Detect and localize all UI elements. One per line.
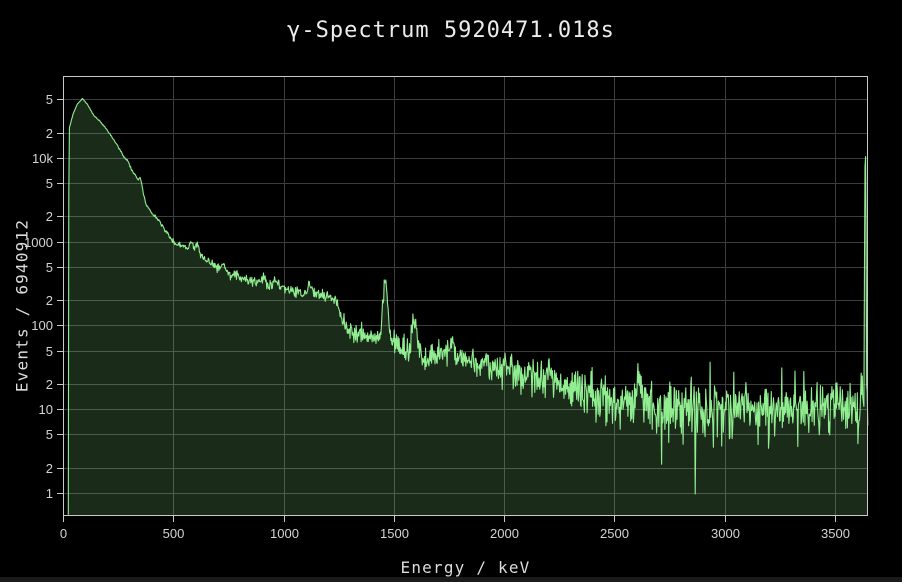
- x-tick-label: 500: [163, 526, 185, 541]
- y-tick-label: 5: [46, 344, 53, 359]
- y-tick-label: 10k: [32, 151, 53, 166]
- y-tick-label: 2: [46, 293, 53, 308]
- y-tick-label: 5: [46, 176, 53, 191]
- y-tick-label: 2: [46, 377, 53, 392]
- x-tick-label: 2500: [600, 526, 629, 541]
- y-tick-label: 10: [39, 402, 53, 417]
- y-tick-label: 1: [46, 486, 53, 501]
- y-tick-label: 2: [46, 461, 53, 476]
- x-tick-label: 3000: [711, 526, 740, 541]
- app-window: γ-Spectrum 5920471.018s 0500100015002000…: [0, 0, 902, 582]
- x-tick-label: 0: [60, 526, 67, 541]
- spectrum-area: [68, 99, 868, 516]
- chart-canvas[interactable]: 0 500 1000 1500 2000 2500 3000 3500 1 2 5 10 2 5 100 2 5…: [0, 0, 902, 582]
- x-tick-label: 2000: [490, 526, 519, 541]
- x-tick-label: 1000: [270, 526, 299, 541]
- bottom-strip: [0, 577, 902, 582]
- y-tick-label: 5: [46, 260, 53, 275]
- x-tick-label: 1500: [380, 526, 409, 541]
- y-tick-label: 5: [46, 427, 53, 442]
- y-tick-label: 2: [46, 209, 53, 224]
- x-tick-label: 3500: [821, 526, 850, 541]
- y-tick-label: 2: [46, 126, 53, 141]
- y-tick-label: 5: [46, 92, 53, 107]
- x-axis-title: Energy / keV: [63, 558, 868, 577]
- y-tick-label: 100: [31, 318, 53, 333]
- y-axis-title: Events / 6940912: [13, 216, 32, 396]
